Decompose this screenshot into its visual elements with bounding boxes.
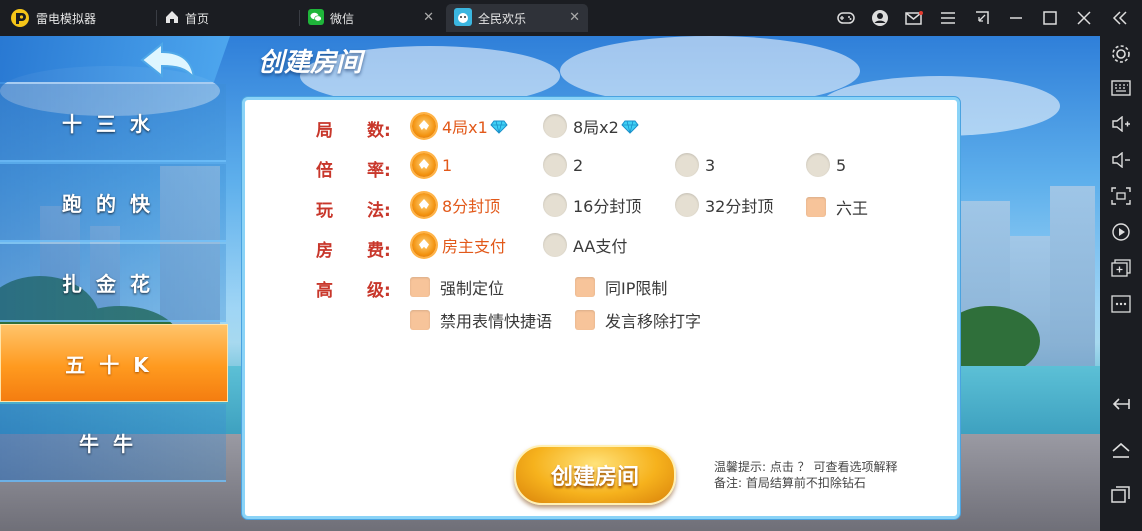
menu-item-paodekuai[interactable]: 跑的快: [0, 164, 226, 242]
close-tab-icon[interactable]: ✕: [569, 10, 580, 25]
back-arrow-icon[interactable]: [140, 41, 196, 82]
recent-apps-icon[interactable]: [1111, 484, 1131, 504]
back-nav-icon[interactable]: [1111, 394, 1131, 414]
game-type-menu: 十三水 跑的快 扎金花 五十K 牛牛: [0, 36, 230, 495]
emulator-sidebar: [1100, 36, 1142, 531]
checkbox-icon: [575, 277, 595, 297]
tab-home[interactable]: 首页: [165, 4, 209, 32]
radio-unselected-icon: [543, 233, 567, 257]
close-window-icon[interactable]: [1074, 8, 1094, 28]
radio-selected-icon: [412, 233, 436, 257]
fee-label: 房 费:: [316, 241, 391, 261]
diamond-icon: [621, 119, 639, 134]
same-ip-limit-checkbox[interactable]: 同IP限制: [575, 275, 667, 299]
rate-option-5[interactable]: 5: [806, 153, 846, 177]
volume-up-icon[interactable]: [1111, 114, 1131, 134]
checkbox-icon: [575, 310, 595, 330]
radio-unselected-icon: [675, 153, 699, 177]
tab-home-label: 首页: [185, 11, 210, 26]
settings-gear-icon[interactable]: [1111, 44, 1131, 64]
maximize-icon[interactable]: [1040, 8, 1060, 28]
emulator-titlebar: 雷电模拟器 首页 微信 ✕ 全民欢乐 ✕: [0, 0, 1142, 36]
radio-selected-icon: [412, 114, 436, 138]
rate-option-2[interactable]: 2: [543, 153, 583, 177]
radio-unselected-icon: [543, 193, 567, 217]
home-icon: [165, 10, 179, 27]
close-tab-icon[interactable]: ✕: [423, 10, 434, 25]
radio-unselected-icon: [543, 153, 567, 177]
menu-icon[interactable]: [938, 8, 958, 28]
game-icon: [454, 7, 472, 29]
remove-typing-checkbox[interactable]: 发言移除打字: [575, 308, 701, 332]
rate-label: 倍 率:: [316, 161, 391, 181]
play-option-32[interactable]: 32分封顶: [675, 193, 773, 217]
mail-icon[interactable]: [904, 8, 924, 28]
note-text: 备注: 首局结算前不扣除钻石: [714, 476, 866, 490]
tab-wechat[interactable]: 微信 ✕: [308, 4, 442, 32]
resize-icon[interactable]: [972, 8, 992, 28]
record-icon[interactable]: [1111, 222, 1131, 242]
radio-unselected-icon: [543, 114, 567, 138]
rounds-option-4[interactable]: 4局x1: [412, 114, 508, 138]
user-avatar-icon[interactable]: [870, 8, 890, 28]
minimize-icon[interactable]: [1006, 8, 1026, 28]
leidian-logo-icon: [10, 8, 30, 28]
radio-unselected-icon: [675, 193, 699, 217]
force-location-checkbox[interactable]: 强制定位: [410, 275, 504, 299]
fee-option-aa[interactable]: AA支付: [543, 233, 627, 257]
checkbox-icon: [806, 197, 826, 217]
fee-option-host[interactable]: 房主支付: [412, 233, 506, 257]
radio-selected-icon: [412, 193, 436, 217]
menu-item-shisanshui[interactable]: 十三水: [0, 84, 226, 162]
tab-game-label: 全民欢乐: [478, 11, 527, 26]
rounds-option-8[interactable]: 8局x2: [543, 114, 639, 138]
add-window-icon[interactable]: [1111, 258, 1131, 278]
menu-item-niuniu[interactable]: 牛牛: [0, 404, 226, 482]
diamond-icon: [490, 119, 508, 134]
screenshot-icon[interactable]: [1111, 186, 1131, 206]
gamepad-icon[interactable]: [836, 8, 856, 28]
keyboard-icon[interactable]: [1111, 78, 1131, 98]
play-option-8[interactable]: 8分封顶: [412, 193, 500, 217]
rate-option-3[interactable]: 3: [675, 153, 715, 177]
more-options-icon[interactable]: [1111, 294, 1131, 314]
tab-wechat-label: 微信: [330, 11, 355, 26]
collapse-sidebar-icon[interactable]: [1110, 8, 1130, 28]
menu-item-wushik[interactable]: 五十K: [0, 324, 228, 402]
menu-item-zhajinhua[interactable]: 扎金花: [0, 244, 226, 322]
radio-unselected-icon: [806, 153, 830, 177]
radio-selected-icon: [412, 153, 436, 177]
volume-down-icon[interactable]: [1111, 150, 1131, 170]
wechat-icon: [308, 8, 324, 28]
app-name: 雷电模拟器: [36, 11, 97, 26]
home-nav-icon[interactable]: [1111, 440, 1131, 460]
disable-emoji-checkbox[interactable]: 禁用表情快捷语: [410, 308, 552, 332]
play-label: 玩 法:: [316, 201, 391, 221]
rate-option-1[interactable]: 1: [412, 153, 452, 177]
create-room-button[interactable]: 创建房间: [514, 445, 676, 505]
tab-game[interactable]: 全民欢乐 ✕: [446, 4, 588, 32]
play-option-16[interactable]: 16分封顶: [543, 193, 641, 217]
rounds-label: 局 数:: [316, 121, 391, 141]
hint-text[interactable]: 温馨提示: 点击 ？ 可查看选项解释: [714, 458, 898, 475]
checkbox-icon: [410, 310, 430, 330]
page-title: 创建房间: [258, 48, 363, 78]
advanced-label: 高 级:: [316, 281, 391, 301]
app-tab[interactable]: 雷电模拟器: [10, 4, 96, 32]
six-kings-checkbox[interactable]: 六王: [806, 195, 868, 219]
checkbox-icon: [410, 277, 430, 297]
